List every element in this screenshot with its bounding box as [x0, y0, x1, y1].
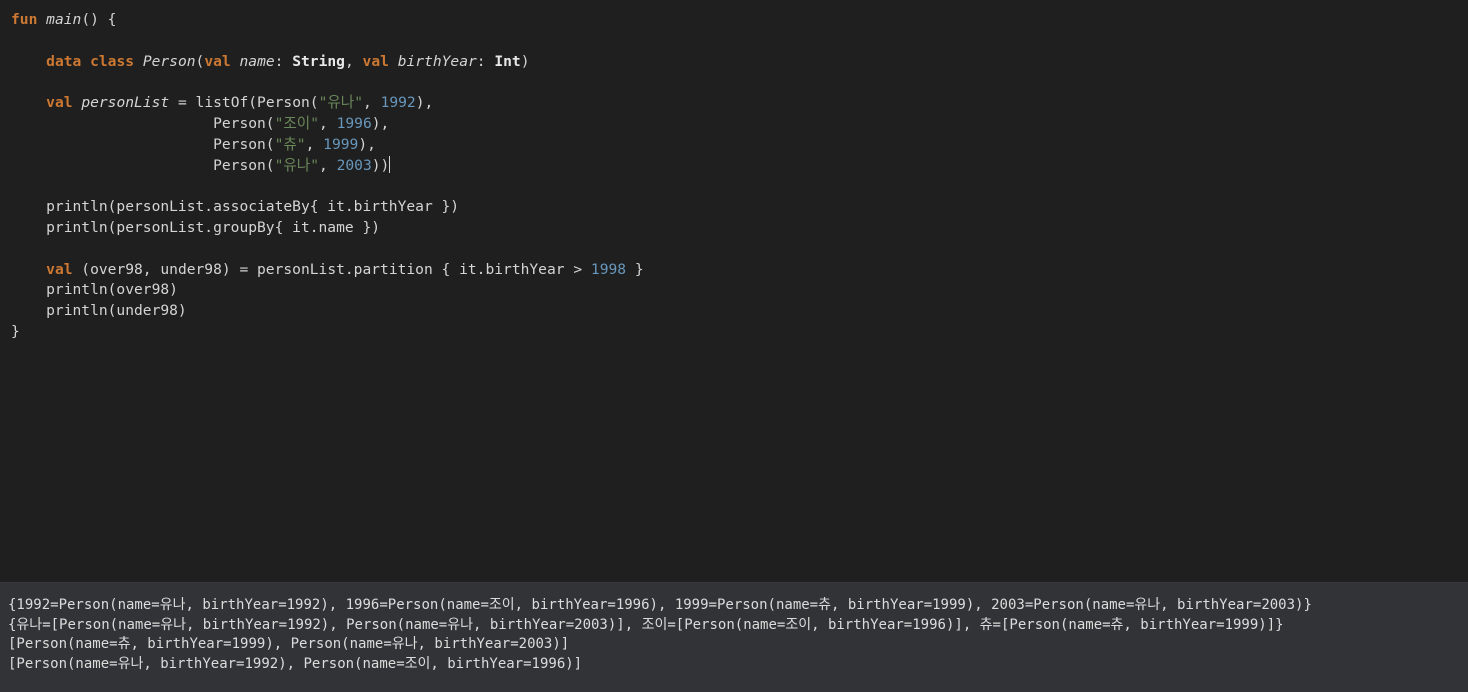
code-line: } [11, 322, 644, 343]
code-line: Person("유나", 2003)) [11, 155, 644, 177]
text-caret [389, 155, 391, 173]
code-token-number: 1996 [336, 114, 372, 132]
code-token-string: "조이" [274, 114, 320, 132]
code-line: println(personList.groupBy{ it.name }) [11, 218, 644, 239]
code-token-plain: ) [520, 52, 530, 70]
code-line: ​ [11, 239, 644, 260]
code-token-string: "유나" [318, 94, 363, 112]
code-area[interactable]: fun main() {​ data class Person(val name… [11, 10, 644, 343]
output-console[interactable]: {1992=Person(name=유나, birthYear=1992), 1… [0, 582, 1468, 692]
code-line: ​ [11, 72, 644, 93]
code-token-plain: : [476, 52, 495, 70]
code-token-class: Person [142, 52, 196, 70]
code-token-plain: (over98, under98) = personList.partition… [72, 260, 591, 278]
code-line: val personList = listOf(Person("유나", 199… [11, 93, 644, 114]
code-token-plain: , [344, 52, 363, 70]
code-token-number: 2003 [336, 156, 372, 174]
code-token-plain: , [319, 114, 337, 132]
code-token-string: "츄" [274, 135, 306, 153]
code-line: ​ [11, 176, 644, 197]
code-token-plain: , [305, 135, 324, 153]
code-token-number: 1999 [323, 135, 359, 153]
console-line: [Person(name=유나, birthYear=1992), Person… [8, 655, 583, 672]
code-token-plain: Person( [11, 156, 275, 174]
code-token-prop: name [239, 52, 275, 70]
code-token-keyword: val [46, 260, 73, 278]
code-token-plain: ), [358, 135, 376, 153]
code-line: Person("츄", 1999), [11, 135, 644, 156]
code-token-keyword: data class [46, 52, 135, 70]
console-line: [Person(name=츄, birthYear=1999), Person(… [8, 636, 570, 652]
code-line: Person("조이", 1996), [11, 114, 644, 135]
code-token-plain: , [319, 156, 337, 174]
code-token-plain: , [363, 94, 381, 112]
code-token-plain: = listOf(Person( [169, 94, 319, 112]
code-token-plain: Person( [11, 135, 275, 153]
code-token-plain: println(personList.associateBy{ it.birth… [11, 198, 460, 216]
code-token-type: String [292, 52, 345, 70]
code-token-keyword: val [362, 52, 389, 70]
code-token-keyword: fun [11, 11, 38, 28]
console-line: {1992=Person(name=유나, birthYear=1992), 1… [8, 597, 1312, 613]
code-token-number: 1998 [590, 260, 627, 278]
code-token-plain: ), [415, 94, 434, 112]
code-line: println(under98) [11, 301, 644, 322]
code-line: fun main() { [11, 10, 644, 31]
code-token-plain: : [274, 52, 293, 70]
code-line: val (over98, under98) = personList.parti… [11, 260, 644, 281]
code-token-plain: } [626, 260, 644, 278]
code-token-plain: } [11, 322, 20, 340]
code-token-fn: main [46, 11, 82, 28]
console-output: {1992=Person(name=유나, birthYear=1992), 1… [8, 596, 1312, 674]
code-token-plain: Person( [11, 114, 275, 132]
code-token-prop: birthYear [397, 52, 477, 70]
code-token-prop: personList [81, 94, 170, 112]
code-token-number: 1992 [380, 94, 416, 112]
code-line: println(over98) [11, 280, 644, 301]
code-token-string: "유나" [274, 156, 320, 174]
code-token-plain: )) [371, 156, 390, 174]
code-line: println(personList.associateBy{ it.birth… [11, 197, 644, 218]
code-editor[interactable]: fun main() {​ data class Person(val name… [0, 0, 1468, 582]
code-token-plain: println(under98) [11, 302, 187, 320]
code-token-type: Int [494, 52, 521, 70]
code-line: ​ [11, 31, 644, 52]
code-token-keyword: val [204, 52, 231, 70]
code-token-plain: println(over98) [11, 281, 178, 299]
code-token-plain: () { [81, 11, 117, 28]
code-token-plain: ), [371, 114, 390, 132]
console-line: {유나=[Person(name=유나, birthYear=1992), Pe… [8, 616, 1284, 633]
code-token-keyword: val [46, 94, 73, 112]
code-line: data class Person(val name: String, val … [11, 52, 644, 73]
code-token-plain: println(personList.groupBy{ it.name }) [11, 218, 381, 236]
